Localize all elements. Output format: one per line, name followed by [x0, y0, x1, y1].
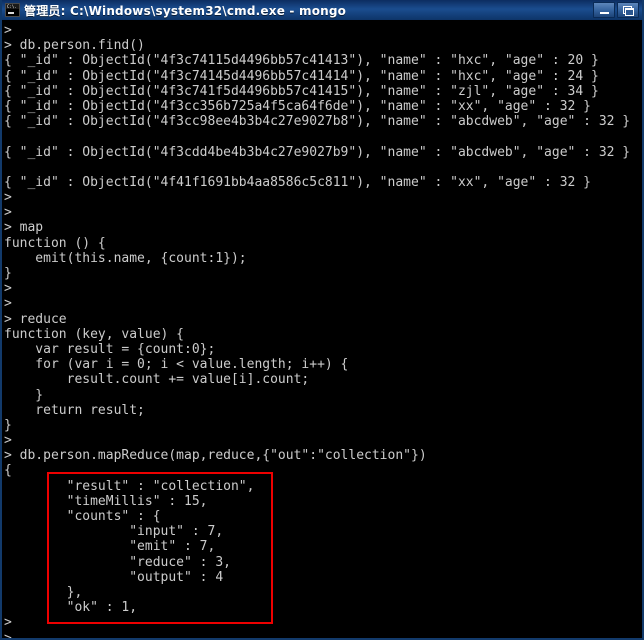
cmd-window: C:\. 管理员: C:\Windows\system32\cmd.exe - … — [0, 0, 644, 640]
console-line: "reduce" : 3, — [4, 554, 231, 570]
console-line: > — [4, 190, 12, 206]
console-line: > — [4, 433, 12, 449]
console-line: } — [4, 387, 44, 403]
restore-icon-front — [625, 8, 634, 16]
console-line: { "_id" : ObjectId("4f41f1691bb4aa8586c5… — [4, 174, 591, 190]
cmd-icon-screen — [6, 9, 19, 16]
console-line: }, — [4, 584, 83, 600]
console-line: > — [4, 23, 12, 38]
console-line: { "_id" : ObjectId("4f3c74145d4496bb57c4… — [4, 68, 599, 84]
console-line: > db.person.mapReduce(map,reduce,{"out":… — [4, 448, 427, 464]
console-line: "output" : 4 — [4, 569, 224, 585]
console-line: "input" : 7, — [4, 524, 224, 540]
console-line: "emit" : 7, — [4, 539, 216, 555]
console-line: function (key, value) { — [4, 326, 185, 342]
minimize-button[interactable] — [593, 2, 615, 18]
console-line: { "_id" : ObjectId("4f3cc356b725a4f5ca64… — [4, 98, 591, 114]
console-line: { — [4, 463, 12, 479]
console-line: > — [4, 281, 12, 297]
console-line: } — [4, 266, 12, 281]
window-controls — [593, 2, 640, 18]
cmd-icon-cursor — [8, 12, 14, 14]
console-line: > — [4, 615, 12, 631]
console-line: > map — [4, 220, 44, 236]
window-titlebar[interactable]: C:\. 管理员: C:\Windows\system32\cmd.exe - … — [2, 0, 642, 20]
console-line: result.count += value[i].count; — [4, 372, 310, 388]
console-line: { "_id" : ObjectId("4f3cdd4be4b3b4c27e90… — [4, 144, 631, 160]
console-output-area[interactable]: > > db.person.find(){ "_id" : ObjectId("4… — [2, 20, 642, 638]
cmd-console-icon: C:\. — [5, 3, 20, 17]
console-line: return result; — [4, 402, 145, 418]
restore-button[interactable] — [617, 2, 639, 18]
console-line: for (var i = 0; i < value.length; i++) { — [4, 357, 349, 373]
console-line: "result" : "collection", — [4, 478, 255, 494]
console-line: > — [4, 296, 12, 312]
window-title: 管理员: C:\Windows\system32\cmd.exe - mongo — [24, 3, 347, 18]
console-line: var result = {count:0}; — [4, 341, 216, 357]
console-line: } — [4, 417, 12, 433]
console-line: { "_id" : ObjectId("4f3c741f5d4496bb57c4… — [4, 83, 599, 99]
console-line: function () { — [4, 235, 106, 251]
minimize-icon — [600, 12, 609, 14]
console-line: { "_id" : ObjectId("4f3cc98ee4b3b4c27e90… — [4, 114, 631, 130]
console-line: > — [4, 205, 12, 221]
console-line: "ok" : 1, — [4, 600, 138, 616]
console-line: > — [4, 630, 12, 639]
console-line: "timeMillis" : 15, — [4, 493, 208, 509]
console-line: { "_id" : ObjectId("4f3c74115d4496bb57c4… — [4, 53, 599, 69]
console-line: "counts" : { — [4, 509, 161, 524]
console-line: > db.person.find() — [4, 38, 145, 54]
console-text: > > db.person.find(){ "_id" : ObjectId("4… — [4, 23, 642, 638]
console-line: emit(this.name, {count:1}); — [4, 250, 247, 266]
console-line: > reduce — [4, 311, 67, 327]
